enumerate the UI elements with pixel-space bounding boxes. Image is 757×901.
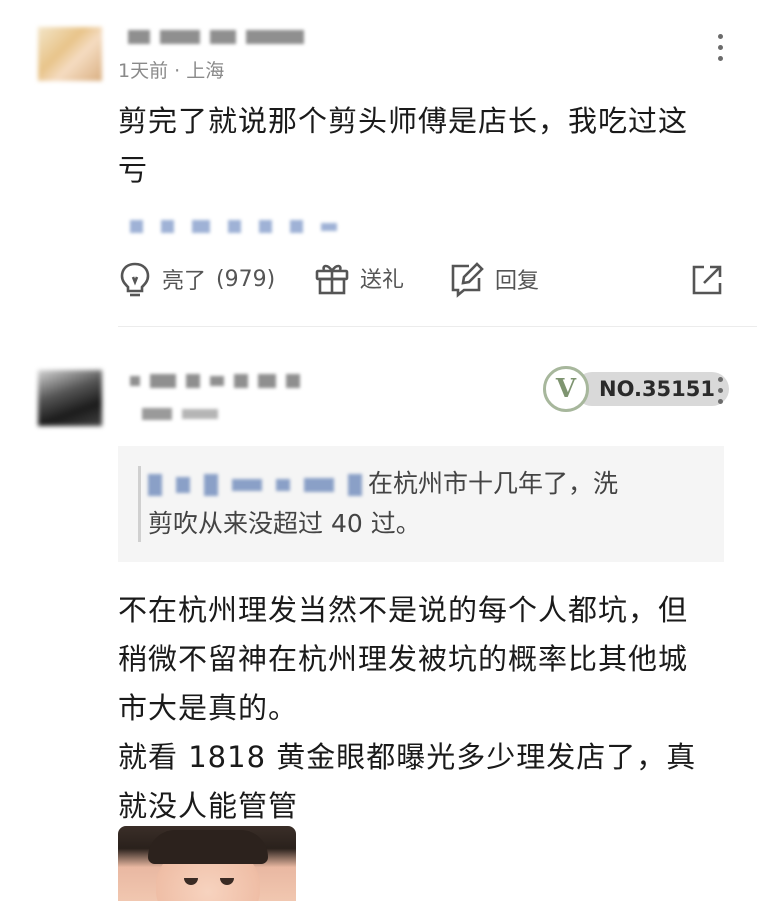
more-options-icon[interactable] xyxy=(717,34,723,61)
username-redacted[interactable] xyxy=(128,30,304,44)
gift-button[interactable]: 送礼 xyxy=(314,260,404,296)
gift-label: 送礼 xyxy=(360,268,405,293)
avatar[interactable] xyxy=(38,370,102,426)
share-icon xyxy=(692,265,722,295)
share-button[interactable] xyxy=(690,263,724,297)
like-count: (979) xyxy=(216,266,276,292)
fan-rank-badge[interactable]: V NO.35151 xyxy=(543,366,730,412)
more-options-icon[interactable] xyxy=(717,377,723,404)
quoted-comment[interactable]: 在杭州市十几年了，洗 剪吹从来没超过 40 过。 xyxy=(118,446,724,562)
comment-meta: 1天前 · 上海 xyxy=(118,60,225,82)
redacted-tags xyxy=(130,220,337,233)
lightbulb-icon xyxy=(120,262,150,297)
like-button[interactable]: 亮了 (979) xyxy=(118,260,275,298)
like-label: 亮了 xyxy=(162,269,207,294)
badge-number: NO.35151 xyxy=(575,372,730,406)
username-redacted[interactable] xyxy=(130,374,300,388)
comment-text: 剪完了就说那个剪头师傅是店长，我吃过这 亏 xyxy=(118,104,689,187)
quote-author-redacted xyxy=(148,474,362,496)
divider xyxy=(118,326,757,327)
avatar[interactable] xyxy=(38,27,102,81)
verified-v-icon: V xyxy=(543,366,589,412)
edit-icon xyxy=(451,262,484,298)
location-redacted xyxy=(142,408,218,420)
quote-bar xyxy=(138,466,141,542)
quote-text: 在杭州市十几年了，洗 剪吹从来没超过 40 过。 xyxy=(148,469,619,538)
comment-text: 不在杭州理发当然不是说的每个人都坑，但 稍微不留神在杭州理发被坑的概率比其他城 … xyxy=(118,593,697,823)
reply-label: 回复 xyxy=(495,269,540,294)
comment-image[interactable] xyxy=(118,826,296,901)
reply-button[interactable]: 回复 xyxy=(447,260,539,298)
gift-icon xyxy=(315,264,349,295)
